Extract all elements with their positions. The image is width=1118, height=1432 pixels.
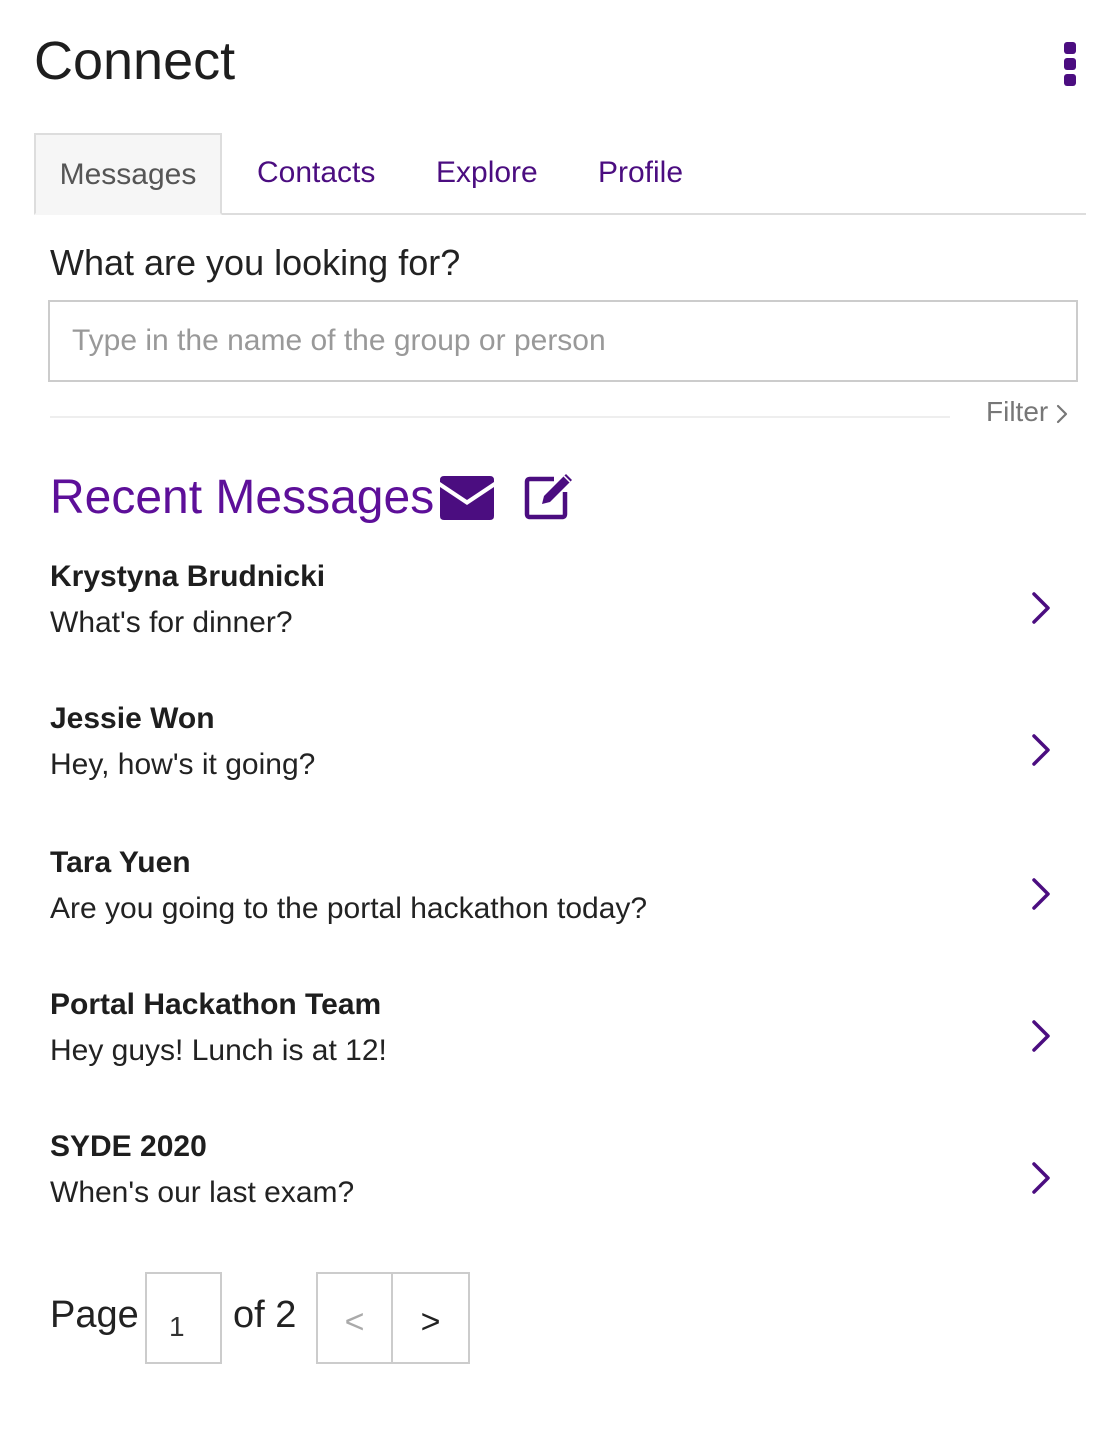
message-preview: Are you going to the portal hackathon to… bbox=[50, 892, 648, 925]
chevron-right-icon bbox=[1032, 734, 1050, 766]
menu-dot bbox=[1064, 42, 1076, 54]
message-preview: Hey guys! Lunch is at 12! bbox=[50, 1034, 387, 1067]
tab-profile[interactable]: Profile bbox=[598, 133, 683, 213]
previous-page-button[interactable]: < bbox=[316, 1272, 393, 1364]
menu-dot bbox=[1064, 74, 1076, 86]
message-sender: Portal Hackathon Team bbox=[50, 988, 382, 1021]
compose-icon[interactable] bbox=[524, 470, 576, 520]
kebab-menu-icon[interactable] bbox=[1058, 42, 1082, 92]
message-sender: SYDE 2020 bbox=[50, 1130, 207, 1163]
message-item[interactable]: Jessie Won Hey, how's it going? bbox=[50, 700, 1060, 800]
message-sender: Tara Yuen bbox=[50, 846, 191, 879]
tab-messages[interactable]: Messages bbox=[34, 133, 222, 215]
message-preview: When's our last exam? bbox=[50, 1176, 355, 1209]
page-number-input[interactable] bbox=[145, 1272, 222, 1364]
chevron-right-icon bbox=[1032, 878, 1050, 910]
page-total-label: of 2 bbox=[233, 1294, 297, 1336]
chevron-right-icon bbox=[1032, 1020, 1050, 1052]
filter-button[interactable]: Filter bbox=[986, 394, 1068, 430]
message-sender: Jessie Won bbox=[50, 702, 215, 735]
tab-explore[interactable]: Explore bbox=[436, 133, 538, 213]
message-preview: Hey, how's it going? bbox=[50, 748, 316, 781]
message-sender: Krystyna Brudnicki bbox=[50, 560, 326, 593]
envelope-icon[interactable] bbox=[440, 476, 494, 520]
message-item[interactable]: Tara Yuen Are you going to the portal ha… bbox=[50, 844, 1060, 944]
chevron-right-icon bbox=[1032, 592, 1050, 624]
chevron-right-icon bbox=[1032, 1162, 1050, 1194]
chevron-right-icon bbox=[1057, 404, 1068, 424]
filter-label: Filter bbox=[986, 396, 1049, 427]
search-label: What are you looking for? bbox=[50, 242, 461, 283]
recent-messages-title: Recent Messages bbox=[50, 471, 435, 524]
tab-bar: Messages Contacts Explore Profile bbox=[34, 133, 1086, 215]
page-label: Page bbox=[50, 1294, 139, 1336]
menu-dot bbox=[1064, 58, 1076, 70]
message-item[interactable]: Krystyna Brudnicki What's for dinner? bbox=[50, 558, 1060, 658]
message-preview: What's for dinner? bbox=[50, 606, 293, 639]
app-title: Connect bbox=[34, 31, 236, 91]
search-input[interactable] bbox=[48, 300, 1078, 382]
tab-contacts[interactable]: Contacts bbox=[257, 133, 375, 213]
message-item[interactable]: SYDE 2020 When's our last exam? bbox=[50, 1128, 1060, 1228]
divider bbox=[50, 416, 950, 418]
message-item[interactable]: Portal Hackathon Team Hey guys! Lunch is… bbox=[50, 986, 1060, 1086]
next-page-button[interactable]: > bbox=[393, 1272, 470, 1364]
